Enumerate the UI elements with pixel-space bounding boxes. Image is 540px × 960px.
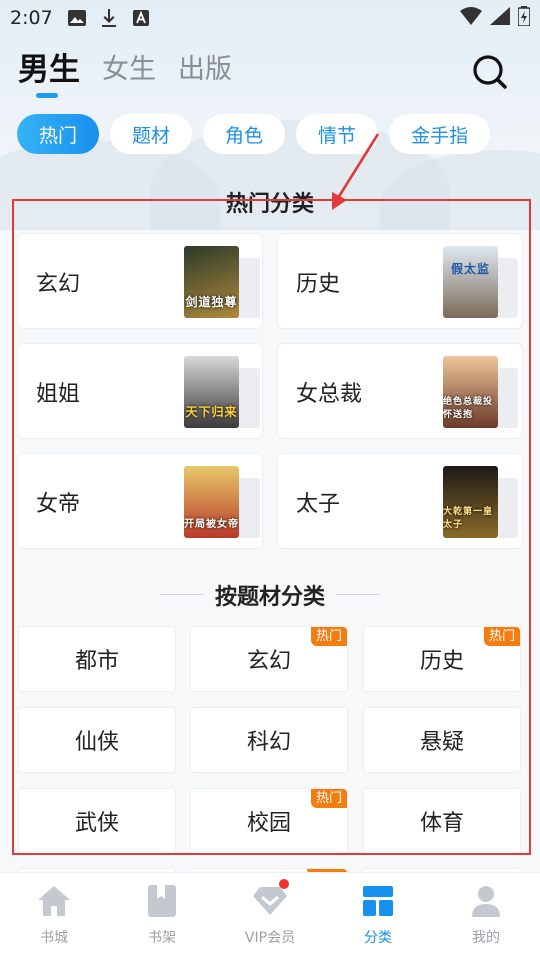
theme-label: 科幻 xyxy=(246,730,291,755)
chip-golden-finger[interactable]: 金手指 xyxy=(389,114,491,154)
hot-badge: 热门 xyxy=(310,789,347,808)
category-label: 玄幻 xyxy=(36,272,81,297)
download-icon xyxy=(99,8,119,28)
theme-label: 校园 xyxy=(246,811,291,836)
nav-label: 书城 xyxy=(40,930,68,946)
theme-item[interactable]: 悬疑 xyxy=(363,707,521,773)
nav-label: 书架 xyxy=(148,930,176,946)
status-bar: 2:07 xyxy=(0,0,540,36)
title-divider-right xyxy=(336,594,380,595)
book-cover: 剑道独尊 xyxy=(184,246,239,318)
category-label: 女总裁 xyxy=(296,382,363,407)
theme-label: 武侠 xyxy=(74,811,119,836)
book-cover: 大乾第一皇太子 xyxy=(443,466,498,538)
theme-item[interactable]: 玄幻 热门 xyxy=(190,626,348,692)
book-cover: 天下归来 xyxy=(184,356,239,428)
category-card-empress[interactable]: 女帝 开局被女帝 xyxy=(17,453,263,549)
theme-item[interactable]: 都市 xyxy=(18,626,176,692)
nav-vip[interactable]: VIP会员 xyxy=(216,873,324,960)
signal-icon xyxy=(490,6,510,30)
theme-item[interactable]: 历史 热门 xyxy=(363,626,521,692)
category-card-prince[interactable]: 太子 大乾第一皇太子 xyxy=(277,453,523,549)
cover-title: 假太监 xyxy=(450,262,490,276)
status-time: 2:07 xyxy=(10,7,53,29)
cover-title: 天下归来 xyxy=(185,405,238,419)
nav-profile[interactable]: 我的 xyxy=(432,873,540,960)
book-cover: 绝色总裁投怀送抱 xyxy=(443,356,498,428)
notification-dot xyxy=(279,879,289,889)
cover-title: 绝色总裁投怀送抱 xyxy=(443,397,494,420)
category-label: 女帝 xyxy=(36,492,81,517)
tab-publish[interactable]: 出版 xyxy=(178,50,232,90)
gender-tabs: 男生 女生 出版 xyxy=(18,50,232,98)
home-icon xyxy=(36,883,72,919)
font-icon xyxy=(131,8,151,28)
category-label: 姐姐 xyxy=(36,382,81,407)
book-cover: 假太监 xyxy=(443,246,498,318)
search-icon[interactable] xyxy=(470,52,510,92)
tab-male[interactable]: 男生 xyxy=(18,50,80,98)
gallery-icon xyxy=(67,8,87,28)
profile-icon xyxy=(468,883,504,919)
chip-theme[interactable]: 题材 xyxy=(110,114,193,154)
category-label: 历史 xyxy=(296,272,341,297)
category-card-sister[interactable]: 姐姐 天下归来 xyxy=(17,343,263,439)
bookshelf-icon xyxy=(144,883,180,919)
tab-female[interactable]: 女生 xyxy=(102,50,156,90)
nav-bookstore[interactable]: 书城 xyxy=(0,873,108,960)
theme-item[interactable]: 武侠 xyxy=(18,788,176,854)
wifi-icon xyxy=(460,6,482,30)
nav-label: 分类 xyxy=(364,930,392,946)
theme-item[interactable]: 科幻 xyxy=(190,707,348,773)
cover-title: 开局被女帝 xyxy=(184,519,239,530)
nav-label: VIP会员 xyxy=(244,930,296,946)
theme-label: 历史 xyxy=(419,649,464,674)
hot-badge: 热门 xyxy=(483,627,520,646)
cover-title: 剑道独尊 xyxy=(185,295,238,309)
hot-badge: 热门 xyxy=(310,627,347,646)
book-cover: 开局被女帝 xyxy=(184,466,239,538)
battery-icon xyxy=(517,5,531,31)
theme-label: 玄幻 xyxy=(246,649,291,674)
category-icon xyxy=(360,883,396,919)
filter-chips: 热门 题材 角色 情节 金手指 xyxy=(17,114,491,154)
hot-section-title: 热门分类 xyxy=(225,192,314,217)
theme-item[interactable]: 体育 xyxy=(363,788,521,854)
nav-category[interactable]: 分类 xyxy=(324,873,432,960)
category-card-female-ceo[interactable]: 女总裁 绝色总裁投怀送抱 xyxy=(277,343,523,439)
nav-bookshelf[interactable]: 书架 xyxy=(108,873,216,960)
nav-label: 我的 xyxy=(472,930,500,946)
theme-item[interactable]: 仙侠 xyxy=(18,707,176,773)
category-card-history[interactable]: 历史 假太监 xyxy=(277,233,523,329)
theme-item[interactable]: 校园 热门 xyxy=(190,788,348,854)
category-card-xuanhuan[interactable]: 玄幻 剑道独尊 xyxy=(17,233,263,329)
theme-label: 都市 xyxy=(74,649,119,674)
theme-label: 仙侠 xyxy=(74,730,119,755)
chip-role[interactable]: 角色 xyxy=(203,114,286,154)
cover-title: 大乾第一皇太子 xyxy=(443,507,494,530)
theme-section-title: 按题材分类 xyxy=(214,585,325,610)
bottom-nav: 书城 书架 VIP会员 分类 我的 xyxy=(0,872,540,960)
theme-label: 体育 xyxy=(419,811,464,836)
category-label: 太子 xyxy=(296,492,341,517)
theme-label: 悬疑 xyxy=(419,730,464,755)
chip-hot[interactable]: 热门 xyxy=(17,114,100,154)
